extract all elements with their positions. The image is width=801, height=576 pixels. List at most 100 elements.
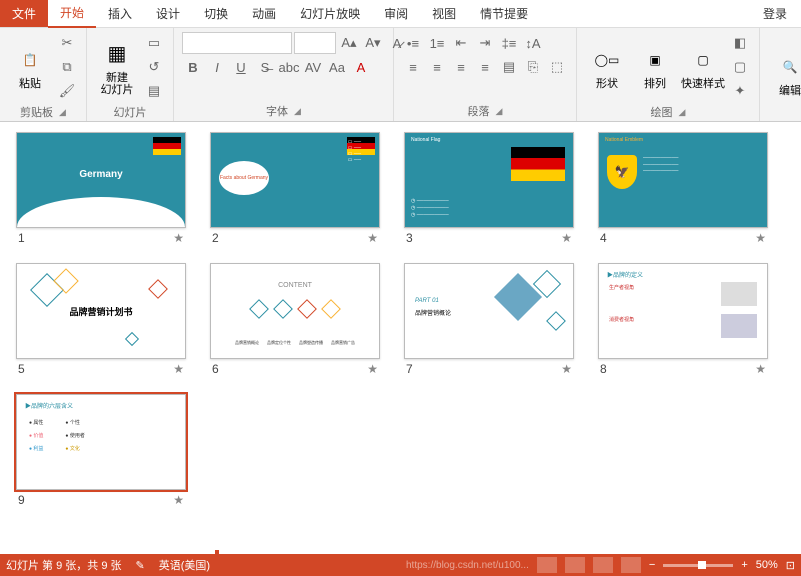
arrange-button[interactable]: ▣ 排列 (633, 35, 677, 99)
status-bar: 幻灯片 第 9 张，共 9 张 ✎ 英语(美国) https://blog.cs… (0, 554, 801, 576)
numbering-button[interactable]: 1≡ (426, 32, 448, 54)
spellcheck-icon[interactable]: ✎ (136, 559, 145, 572)
arrange-label: 排列 (644, 78, 666, 90)
slides-group-label: 幻灯片 (114, 104, 147, 120)
quick-styles-button[interactable]: ▢ 快速样式 (681, 35, 725, 99)
slide-thumb-9[interactable]: ▶品牌的六层含义 ● 属性● 个性 ● 价值● 使用者 ● 利益● 文化 9★ (16, 394, 186, 507)
slideshow-view-button[interactable] (621, 557, 641, 573)
slide-5-title: 品牌营销计划书 (17, 264, 185, 358)
new-slide-button[interactable]: ▦ 新建 幻灯片 (95, 35, 139, 99)
slide-8-number: 8 (600, 362, 607, 376)
star-icon: ★ (173, 231, 184, 245)
zoom-level[interactable]: 50% (756, 559, 778, 571)
text-shadow-button[interactable]: abc (278, 56, 300, 78)
login-button[interactable]: 登录 (749, 0, 801, 27)
tab-transitions[interactable]: 切换 (192, 0, 240, 27)
quick-styles-label: 快速样式 (681, 78, 725, 90)
slide-7-number: 7 (406, 362, 413, 376)
font-dialog-launcher[interactable]: ◢ (294, 106, 301, 117)
slide-2-title: Facts about Germany (220, 175, 268, 181)
columns-button[interactable]: ▤ (498, 56, 520, 78)
align-text-button[interactable]: ⎘ (522, 56, 544, 78)
shape-effects-button[interactable]: ✦ (729, 80, 751, 102)
slide-thumb-7[interactable]: PART 01 品牌营销概论 7★ (404, 263, 574, 376)
drawing-dialog-launcher[interactable]: ◢ (679, 107, 686, 118)
slide-thumb-3[interactable]: National Flag ◷ ─────────◷ ─────────◷ ──… (404, 132, 574, 245)
increase-font-button[interactable]: A▴ (338, 32, 360, 54)
slide-9-number: 9 (18, 493, 25, 507)
align-right-button[interactable]: ≡ (450, 56, 472, 78)
align-left-button[interactable]: ≡ (402, 56, 424, 78)
font-group-label: 字体 (266, 103, 288, 119)
strikethrough-button[interactable]: S̶ (254, 56, 276, 78)
shape-outline-button[interactable]: ▢ (729, 56, 751, 78)
paragraph-dialog-launcher[interactable]: ◢ (496, 106, 503, 117)
tab-view[interactable]: 视图 (420, 0, 468, 27)
copy-button[interactable]: ⧉ (56, 56, 78, 78)
zoom-slider[interactable] (663, 564, 733, 567)
new-slide-icon: ▦ (101, 38, 133, 70)
tab-animations[interactable]: 动画 (240, 0, 288, 27)
change-case-button[interactable]: Aa (326, 56, 348, 78)
decrease-indent-button[interactable]: ⇤ (450, 32, 472, 54)
editing-button[interactable]: 🔍 编辑 (768, 43, 801, 107)
tab-insert[interactable]: 插入 (96, 0, 144, 27)
clipboard-dialog-launcher[interactable]: ◢ (59, 107, 66, 118)
font-size-combo[interactable] (294, 32, 336, 54)
char-spacing-button[interactable]: AV (302, 56, 324, 78)
decrease-font-button[interactable]: A▾ (362, 32, 384, 54)
tab-design[interactable]: 设计 (144, 0, 192, 27)
shapes-button[interactable]: ◯▭ 形状 (585, 35, 629, 99)
slide-thumb-2[interactable]: Facts about Germany ▭ ──▭ ──▭ ──▭ ── 2★ (210, 132, 380, 245)
bullets-button[interactable]: •≡ (402, 32, 424, 54)
sorter-view-button[interactable] (565, 557, 585, 573)
slide-thumb-5[interactable]: 品牌营销计划书 5★ (16, 263, 186, 376)
text-direction-button[interactable]: ↕A (522, 32, 544, 54)
smartart-convert-button[interactable]: ⬚ (546, 56, 568, 78)
fit-window-button[interactable]: ⊡ (786, 559, 795, 572)
slide-3-title: National Flag (411, 137, 440, 143)
shape-fill-button[interactable]: ◧ (729, 32, 751, 54)
slide-thumb-4[interactable]: National Emblem 🦅 ──────────────────────… (598, 132, 768, 245)
line-spacing-button[interactable]: ‡≡ (498, 32, 520, 54)
slide-9-list: ● 属性● 个性 ● 价值● 使用者 ● 利益● 文化 (29, 419, 85, 452)
paste-button[interactable]: 📋 粘贴 (8, 35, 52, 99)
reset-slide-button[interactable]: ↺ (143, 56, 165, 78)
tab-home[interactable]: 开始 (48, 0, 96, 28)
zoom-in-button[interactable]: + (741, 559, 747, 571)
slide-6-labels: 品牌营销概论品牌定位个性品牌塑造传播品牌营销广告 (211, 340, 379, 346)
format-painter-button[interactable]: 🖌 (56, 80, 78, 102)
font-family-combo[interactable] (182, 32, 292, 54)
drawing-group-label: 绘图 (651, 104, 673, 120)
normal-view-button[interactable] (537, 557, 557, 573)
cut-button[interactable]: ✂ (56, 32, 78, 54)
group-slides: ▦ 新建 幻灯片 ▭ ↺ ▤ 幻灯片 (87, 28, 174, 121)
slide-4-number: 4 (600, 231, 607, 245)
zoom-out-button[interactable]: − (649, 559, 655, 571)
increase-indent-button[interactable]: ⇥ (474, 32, 496, 54)
slide-thumb-6[interactable]: CONTENT 品牌营销概论品牌定位个性品牌塑造传播品牌营销广告 6★ (210, 263, 380, 376)
tab-review[interactable]: 审阅 (372, 0, 420, 27)
tab-slideshow[interactable]: 幻灯片放映 (288, 0, 372, 27)
paragraph-group-label: 段落 (468, 103, 490, 119)
shapes-icon: ◯▭ (591, 44, 623, 76)
slide-layout-button[interactable]: ▭ (143, 32, 165, 54)
slide-thumb-1[interactable]: Germany 1★ (16, 132, 186, 245)
status-language[interactable]: 英语(美国) (159, 557, 210, 573)
italic-button[interactable]: I (206, 56, 228, 78)
group-paragraph: •≡ 1≡ ⇤ ⇥ ‡≡ ↕A ≡ ≡ ≡ ≡ ▤ ⎘ ⬚ 段落 ◢ (394, 28, 577, 121)
align-center-button[interactable]: ≡ (426, 56, 448, 78)
slide-thumb-8[interactable]: ▶品牌的定义 生产者视角 消费者视角 8★ (598, 263, 768, 376)
ribbon: 📋 粘贴 ✂ ⧉ 🖌 剪贴板◢ ▦ 新建 幻灯片 ▭ ↺ ▤ 幻灯片 (0, 28, 801, 122)
slide-sorter-view[interactable]: Germany 1★ Facts about Germany ▭ ──▭ ──▭… (0, 122, 801, 554)
underline-button[interactable]: U (230, 56, 252, 78)
justify-button[interactable]: ≡ (474, 56, 496, 78)
section-button[interactable]: ▤ (143, 80, 165, 102)
file-tab[interactable]: 文件 (0, 0, 48, 27)
font-color-button[interactable]: A (350, 56, 372, 78)
bold-button[interactable]: B (182, 56, 204, 78)
menu-bar: 文件 开始 插入 设计 切换 动画 幻灯片放映 审阅 视图 情节提要 登录 (0, 0, 801, 28)
slide-1-title: Germany (17, 169, 185, 180)
reading-view-button[interactable] (593, 557, 613, 573)
tab-storyboard[interactable]: 情节提要 (468, 0, 540, 27)
